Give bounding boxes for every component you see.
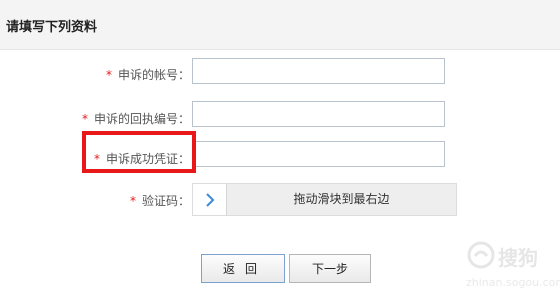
required-mark: * (81, 112, 88, 126)
required-mark: * (93, 152, 100, 166)
required-mark: * (129, 194, 136, 208)
slider-instruction: 拖动滑块到最右边 (293, 192, 390, 206)
account-input[interactable] (192, 58, 445, 84)
section-header: 请填写下列资料 (0, 0, 560, 50)
captcha-slider[interactable]: 拖动滑块到最右边 (192, 183, 457, 216)
section-title: 请填写下列资料 (6, 20, 98, 35)
chevron-right-icon (205, 192, 214, 207)
next-button[interactable]: 下一步 (289, 254, 371, 283)
slider-handle[interactable] (193, 184, 227, 215)
receipt-number-input[interactable] (192, 101, 445, 127)
watermark-url: zhinan.sogou.com (466, 276, 560, 289)
receipt-number-label: * 申诉的回执编号： (81, 112, 190, 126)
watermark-text: 搜狗 (498, 246, 538, 270)
success-proof-input[interactable] (192, 141, 445, 167)
captcha-label: * 验证码： (129, 194, 190, 208)
success-proof-label: * 申诉成功凭证： (93, 152, 190, 166)
watermark: 搜狗 zhinan.sogou.com (462, 238, 560, 307)
required-mark: * (105, 68, 112, 82)
watermark-logo-icon (467, 241, 495, 269)
back-button[interactable]: 返回 (201, 254, 285, 283)
account-label: * 申诉的帐号： (105, 68, 190, 82)
